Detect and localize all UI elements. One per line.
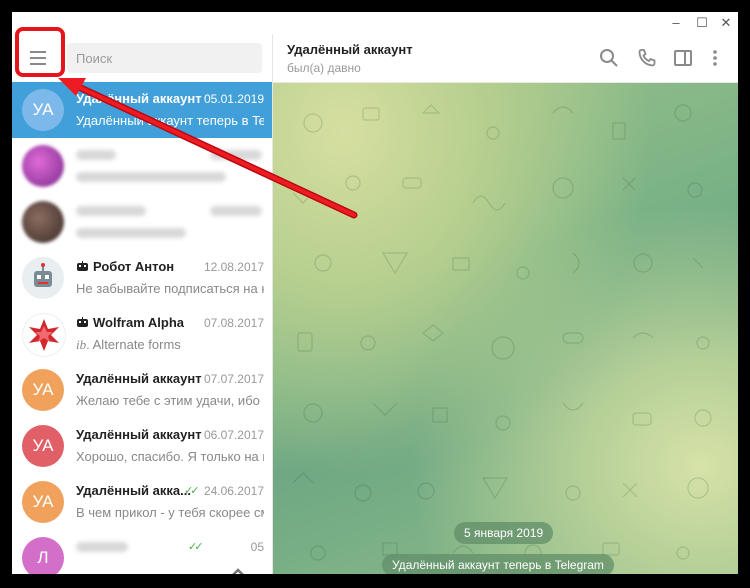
telegram-window: – ☐ ✕ Поиск УА Удалённый аккаунт 05.01.2… [12, 12, 738, 574]
annotation-arrow [15, 27, 358, 219]
